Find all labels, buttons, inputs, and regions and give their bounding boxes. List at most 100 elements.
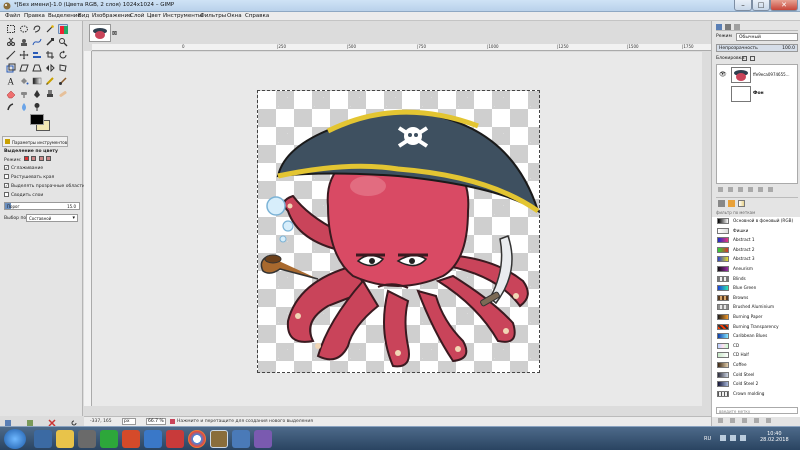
network-icon[interactable]	[720, 435, 726, 441]
brushes-tab-icon[interactable]	[718, 200, 725, 207]
gradient-item[interactable]: Brushed Aluminium	[716, 303, 798, 311]
close-button[interactable]: ✕	[770, 0, 798, 11]
layer-name[interactable]: Фон	[753, 91, 764, 96]
antialias-checkbox[interactable]: ✓	[4, 165, 9, 170]
gradient-item[interactable]: Browns	[716, 294, 798, 302]
lasso-tool-icon[interactable]	[32, 24, 42, 34]
gradients-tab-icon[interactable]	[738, 200, 745, 207]
heal-tool-icon[interactable]	[58, 89, 68, 99]
app-icon[interactable]	[122, 430, 140, 448]
lower-layer-icon[interactable]	[738, 187, 743, 192]
ellipse-select-tool-icon[interactable]	[19, 24, 29, 34]
menu-layer[interactable]: Слой	[130, 13, 144, 19]
maximize-button[interactable]: □	[752, 0, 770, 11]
gradient-item[interactable]: Caribbean Blues	[716, 332, 798, 340]
gradient-item[interactable]: CD	[716, 342, 798, 350]
folder-icon[interactable]	[232, 430, 250, 448]
mode-intersect-icon[interactable]	[46, 156, 52, 161]
paintbrush-tool-icon[interactable]	[58, 76, 68, 86]
layer-thumbnail[interactable]	[731, 67, 751, 83]
menu-edit[interactable]: Правка	[24, 13, 45, 19]
explorer-icon[interactable]	[56, 430, 74, 448]
tag-search-input[interactable]: введите метку	[716, 407, 798, 414]
antialias-option[interactable]: ✓ Сглаживание	[4, 165, 43, 171]
gradient-item[interactable]: Crown molding	[716, 390, 798, 398]
crop-tool-icon[interactable]	[45, 50, 55, 60]
menu-help[interactable]: Справка	[245, 13, 269, 19]
eraser-tool-icon[interactable]	[6, 89, 16, 99]
vertical-ruler[interactable]	[84, 51, 92, 406]
menu-image[interactable]: Изображение	[92, 13, 132, 19]
gradient-item[interactable]: Coffee	[716, 361, 798, 369]
close-tab-icon[interactable]: ⊠	[112, 30, 117, 37]
opera-icon[interactable]	[166, 430, 184, 448]
gradient-item[interactable]: Cold Steel	[716, 371, 798, 379]
paths-tool-icon[interactable]	[32, 37, 42, 47]
image-tab-thumbnail[interactable]	[89, 24, 111, 42]
lock-pixels-icon[interactable]	[742, 56, 747, 61]
foreground-color-swatch[interactable]	[30, 114, 44, 125]
minimize-button[interactable]: –	[734, 0, 752, 11]
gradient-item[interactable]: Фишки	[716, 227, 798, 235]
opacity-slider[interactable]: Непрозрачность 100.0	[716, 44, 798, 52]
gradient-item[interactable]: Burning Transparency	[716, 323, 798, 331]
delete-gradient-icon[interactable]	[754, 418, 759, 423]
app-icon[interactable]	[254, 430, 272, 448]
language-indicator[interactable]: RU	[704, 436, 711, 442]
fuzzy-select-tool-icon[interactable]	[45, 24, 55, 34]
clone-tool-icon[interactable]	[45, 89, 55, 99]
text-tool-icon[interactable]: A	[6, 76, 16, 87]
scale-tool-icon[interactable]	[6, 63, 16, 73]
mode-add-icon[interactable]	[31, 156, 37, 161]
duplicate-layer-icon[interactable]	[748, 187, 753, 192]
new-layer-icon[interactable]	[718, 187, 723, 192]
menu-windows[interactable]: Окна	[227, 13, 242, 19]
browser-icon[interactable]	[144, 430, 162, 448]
gradient-item[interactable]: Burning Paper	[716, 313, 798, 321]
mode-replace-icon[interactable]	[23, 156, 29, 161]
gradient-item[interactable]: Blinds	[716, 275, 798, 283]
gradient-item[interactable]: Abstract 2	[716, 246, 798, 254]
select-transparent-checkbox[interactable]: ✓	[4, 183, 9, 188]
ink-tool-icon[interactable]	[32, 89, 42, 99]
delete-layer-icon[interactable]	[768, 187, 773, 192]
channels-tab-icon[interactable]	[725, 24, 731, 30]
patterns-tab-icon[interactable]	[728, 200, 735, 207]
cage-transform-tool-icon[interactable]	[58, 63, 68, 73]
gradient-item[interactable]: Основной в фоновый (RGB)	[716, 217, 798, 225]
layer-name[interactable]: ffe9eca0974655...	[753, 72, 790, 77]
menu-view[interactable]: Вид	[78, 13, 89, 19]
menu-file[interactable]: Файл	[5, 13, 20, 19]
scissors-tool-icon[interactable]	[6, 37, 16, 47]
zoom-dropdown[interactable]: 66.7 %	[146, 418, 166, 425]
foreground-select-tool-icon[interactable]	[19, 37, 29, 47]
sample-merged-option[interactable]: Сводить слои	[4, 192, 43, 198]
layers-tab-icon[interactable]	[716, 24, 722, 30]
color-picker-tool-icon[interactable]	[45, 37, 55, 47]
menu-select[interactable]: Выделение	[48, 13, 81, 19]
ie-icon[interactable]	[34, 430, 52, 448]
unit-dropdown[interactable]: px	[122, 418, 136, 425]
whatsapp-icon[interactable]	[100, 430, 118, 448]
start-button-icon[interactable]	[4, 429, 26, 449]
flag-icon[interactable]	[740, 435, 746, 441]
refresh-gradients-icon[interactable]	[766, 418, 771, 423]
new-gradient-icon[interactable]	[730, 418, 735, 423]
select-transparent-option[interactable]: ✓ Выделять прозрачные области	[4, 183, 85, 189]
gradient-item[interactable]: Blue Green	[716, 284, 798, 292]
airbrush-tool-icon[interactable]	[19, 89, 29, 99]
zoom-tool-icon[interactable]	[58, 37, 68, 47]
shear-tool-icon[interactable]	[19, 63, 29, 73]
dodge-burn-tool-icon[interactable]	[32, 102, 42, 112]
menu-tools[interactable]: Инструменты	[163, 13, 202, 19]
sample-merged-checkbox[interactable]	[4, 192, 9, 197]
rect-select-tool-icon[interactable]	[6, 24, 16, 34]
perspective-tool-icon[interactable]	[32, 63, 42, 73]
mode-subtract-icon[interactable]	[38, 156, 44, 161]
chrome-icon[interactable]	[188, 430, 206, 448]
color-area[interactable]	[30, 114, 52, 132]
window-title-bar[interactable]: *[Без имени]-1.0 (Цвета RGB, 2 слоя) 102…	[0, 0, 800, 12]
media-player-icon[interactable]	[78, 430, 96, 448]
gradient-item[interactable]: Abstract 1	[716, 236, 798, 244]
layer-row[interactable]: 👁 ffe9eca0974655...	[717, 66, 797, 84]
